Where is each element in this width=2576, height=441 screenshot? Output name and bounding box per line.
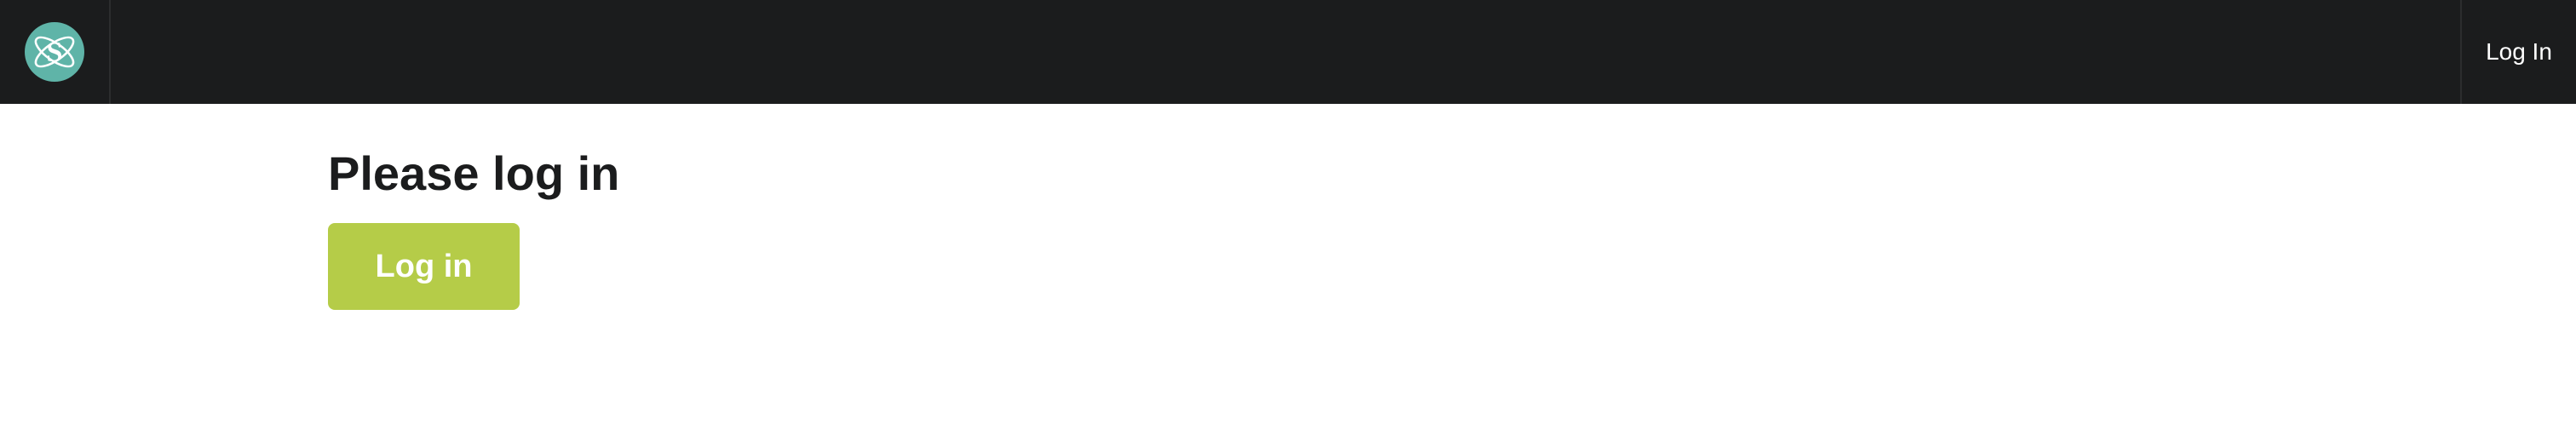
app-logo-icon: S — [25, 22, 84, 82]
main-content: Please log in Log in — [328, 143, 619, 310]
header-login-link[interactable]: Log In — [2460, 0, 2576, 104]
atom-s-logo-icon: S — [34, 36, 75, 68]
top-navigation-bar: S Log In — [0, 0, 2576, 104]
home-logo-link[interactable]: S — [0, 0, 111, 104]
page-title: Please log in — [328, 146, 620, 200]
logo-letter: S — [47, 37, 63, 68]
login-button[interactable]: Log in — [328, 223, 520, 310]
